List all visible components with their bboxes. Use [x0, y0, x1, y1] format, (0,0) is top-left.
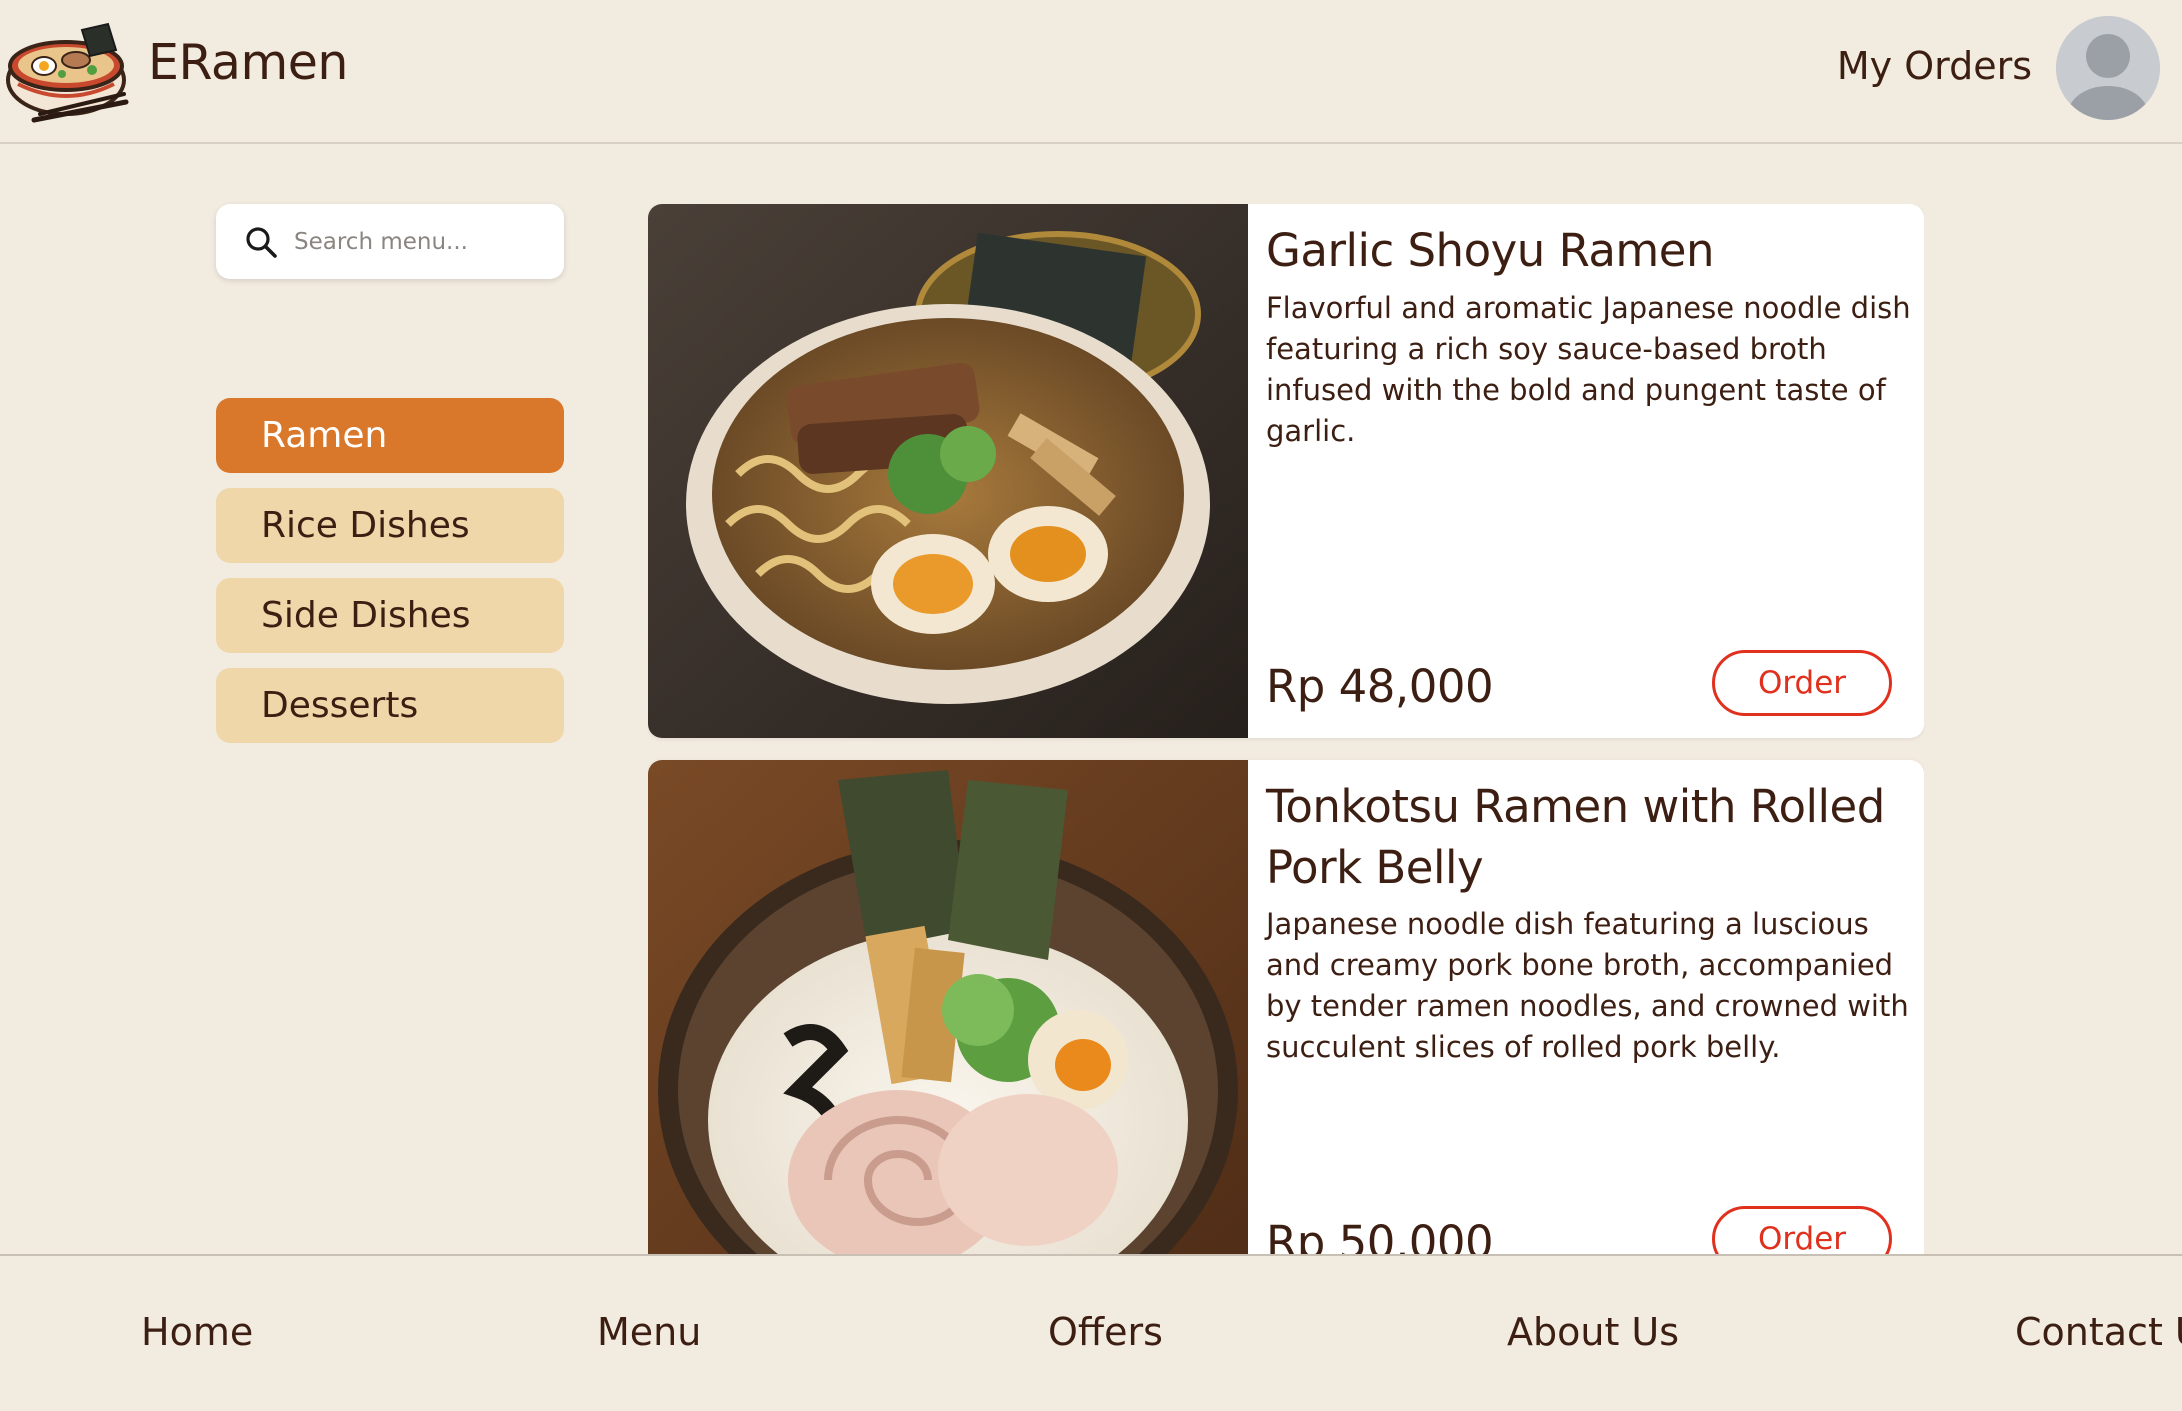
menu-item-description: Flavorful and aromatic Japanese noodle d…: [1266, 291, 1911, 448]
search-input[interactable]: [292, 227, 566, 256]
menu-item-card: Garlic Shoyu Ramen Flavorful and aromati…: [648, 204, 1924, 738]
search-icon: [246, 226, 277, 258]
footer-link-home[interactable]: Home: [141, 1310, 253, 1354]
category-label: Side Dishes: [261, 595, 471, 636]
menu-list: Garlic Shoyu Ramen Flavorful and aromati…: [648, 204, 1924, 1254]
category-label: Ramen: [261, 415, 388, 456]
category-ramen[interactable]: Ramen: [216, 398, 564, 473]
category-side-dishes[interactable]: Side Dishes: [216, 578, 564, 653]
category-label: Desserts: [261, 685, 419, 726]
category-label: Rice Dishes: [261, 505, 470, 546]
garlic-shoyu-ramen-image: [648, 204, 1248, 738]
footer-link-contact-us[interactable]: Contact Us: [2015, 1310, 2182, 1354]
order-button[interactable]: Order: [1712, 1206, 1892, 1254]
footer-link-offers[interactable]: Offers: [1048, 1310, 1163, 1354]
category-desserts[interactable]: Desserts: [216, 668, 564, 743]
top-navbar: ERamen My Orders: [0, 0, 2182, 144]
user-avatar-icon[interactable]: [2056, 16, 2160, 120]
brand-name[interactable]: ERamen: [148, 34, 348, 91]
menu-item-title: Garlic Shoyu Ramen: [1266, 224, 1714, 277]
tonkotsu-ramen-image: [648, 760, 1248, 1254]
my-orders-link[interactable]: My Orders: [1837, 44, 2032, 88]
menu-item-title: Tonkotsu Ramen with Rolled Pork Belly: [1266, 780, 1885, 894]
footer-link-about-us[interactable]: About Us: [1507, 1310, 1679, 1354]
ramen-bowl-logo[interactable]: [4, 10, 132, 124]
order-button[interactable]: Order: [1712, 650, 1892, 716]
menu-item-card: Tonkotsu Ramen with Rolled Pork Belly Ja…: [648, 760, 1924, 1254]
menu-item-price: Rp 48,000: [1266, 660, 1494, 713]
menu-item-description: Japanese noodle dish featuring a lusciou…: [1266, 907, 1909, 1064]
footer-nav: Home Menu Offers About Us Contact Us: [0, 1254, 2182, 1411]
menu-item-price: Rp 50,000: [1266, 1216, 1494, 1254]
footer-link-menu[interactable]: Menu: [597, 1310, 701, 1354]
category-rice-dishes[interactable]: Rice Dishes: [216, 488, 564, 563]
search-box[interactable]: [216, 204, 566, 279]
